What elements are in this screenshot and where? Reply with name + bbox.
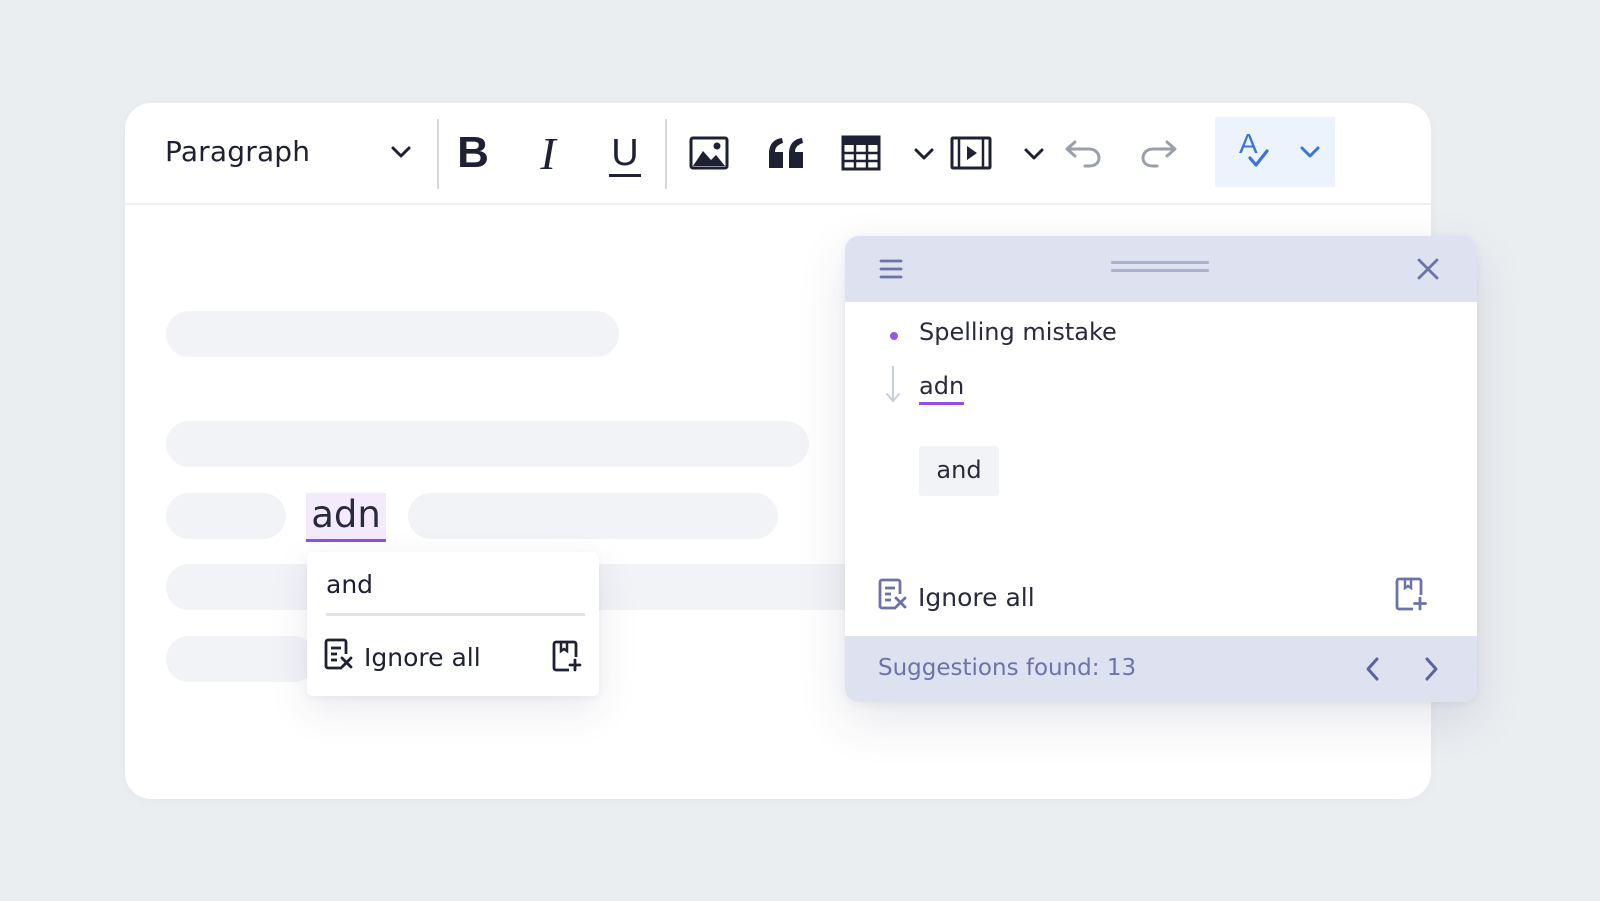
panel-misspelled-word: adn [919,372,965,405]
toolbar: Paragraph B I U A [125,103,1431,205]
issue-category: Spelling mistake [919,318,1117,346]
arrow-down-icon [885,364,901,408]
insert-media-button[interactable] [943,125,999,181]
undo-button[interactable] [1055,125,1111,181]
ignore-all-button[interactable]: Ignore all [324,638,481,676]
chevron-down-icon [913,148,935,169]
next-suggestion-button[interactable] [1421,656,1441,686]
panel-add-to-dictionary-button[interactable] [1395,577,1427,615]
quote-icon [767,136,807,170]
svg-text:A: A [1239,129,1258,159]
chevron-left-icon [1363,657,1383,686]
insert-table-button[interactable] [833,125,889,181]
panel-close-button[interactable] [1417,258,1439,284]
divider [326,613,585,616]
panel-menu-button[interactable] [879,258,903,284]
category-bullet [890,332,898,340]
text-placeholder [166,636,316,682]
spelling-suggestion-popup: and Ignore all [307,552,599,696]
ignore-all-icon [878,578,908,616]
table-icon [841,135,881,171]
spellcheck-button[interactable]: A [1215,117,1335,187]
image-icon [689,136,729,170]
bold-icon: B [457,128,489,177]
panel-suggestion-button[interactable]: and [919,446,999,496]
italic-icon: I [540,127,556,179]
text-placeholder [166,493,286,539]
add-to-dictionary-icon [552,640,582,676]
menu-icon [879,259,903,284]
chevron-down-icon [1023,148,1045,169]
panel-drag-handle[interactable] [1111,261,1209,273]
toolbar-separator [437,119,439,189]
ignore-all-label: Ignore all [364,642,481,672]
redo-button[interactable] [1131,125,1187,181]
panel-ignore-all-label: Ignore all [918,582,1035,612]
chevron-down-icon [390,141,412,167]
media-icon [950,136,992,170]
panel-footer: Suggestions found: 13 [845,636,1477,702]
block-quote-button[interactable] [759,125,815,181]
italic-button[interactable]: I [520,125,576,181]
suggestions-count: Suggestions found: 13 [878,655,1137,681]
insert-image-button[interactable] [681,125,737,181]
media-options-dropdown[interactable] [1023,143,1047,167]
ignore-all-icon [324,638,354,676]
text-placeholder [166,421,809,467]
chevron-right-icon [1421,657,1441,686]
panel-header [845,236,1477,302]
redo-icon [1139,138,1179,168]
close-icon [1417,258,1439,284]
misspelled-word[interactable]: adn [306,493,386,542]
paragraph-format-label: Paragraph [165,135,311,168]
add-to-dictionary-button[interactable] [552,640,582,676]
previous-suggestion-button[interactable] [1363,656,1383,686]
underline-button[interactable]: U [597,125,653,181]
bold-button[interactable]: B [445,125,501,181]
panel-ignore-all-button[interactable]: Ignore all [878,578,1035,616]
table-options-dropdown[interactable] [913,143,937,167]
underline-icon: U [609,131,642,177]
paragraph-format-dropdown[interactable]: Paragraph [165,131,415,175]
spell-check-panel: Spelling mistake adn and Ignore all Sugg… [845,236,1477,702]
add-to-dictionary-icon [1395,577,1427,615]
text-placeholder [408,493,778,539]
suggestion-item[interactable]: and [326,570,373,599]
toolbar-separator [665,119,667,189]
spellcheck-icon: A [1237,128,1275,173]
chevron-down-icon [1299,141,1321,167]
undo-icon [1063,138,1103,168]
text-placeholder [166,311,619,357]
